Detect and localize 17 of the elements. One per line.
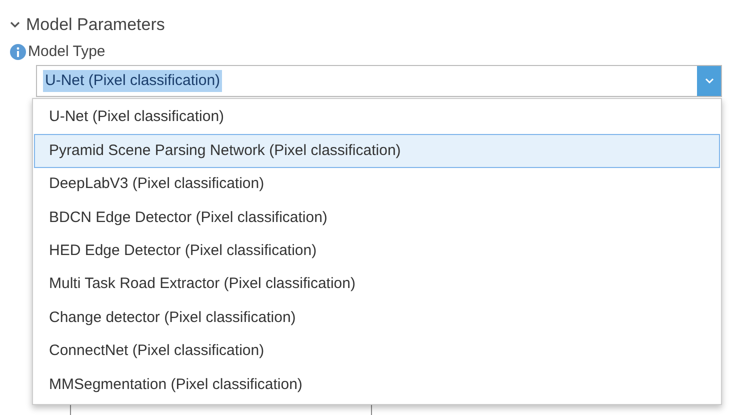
field-label: Model Type <box>28 42 106 62</box>
model-type-dropdown[interactable]: U-Net (Pixel classification) <box>36 65 722 97</box>
dropdown-option[interactable]: Pyramid Scene Parsing Network (Pixel classification) <box>34 134 720 168</box>
section-title: Model Parameters <box>26 14 165 36</box>
dropdown-toggle[interactable] <box>697 66 721 96</box>
dropdown-option[interactable]: Multi Task Road Extractor (Pixel classification) <box>34 268 720 302</box>
chevron-icon[interactable] <box>10 21 20 29</box>
info-icon <box>10 44 26 60</box>
dropdown-value: U-Net (Pixel classification) <box>43 70 222 92</box>
dropdown-option[interactable]: MMSegmentation (Pixel classification) <box>34 368 720 402</box>
dropdown-option[interactable]: DeepLabV3 (Pixel classification) <box>34 168 720 202</box>
dropdown-option[interactable]: U-Net (Pixel classification) <box>34 101 720 134</box>
dropdown-option[interactable]: Change detector (Pixel classification) <box>34 301 720 335</box>
caret-icon <box>704 78 714 84</box>
dropdown-option[interactable]: HED Edge Detector (Pixel classification) <box>34 234 720 268</box>
dropdown-option[interactable]: BDCN Edge Detector (Pixel classification) <box>34 201 720 235</box>
dropdown-option[interactable]: ConnectNet (Pixel classification) <box>34 334 720 368</box>
